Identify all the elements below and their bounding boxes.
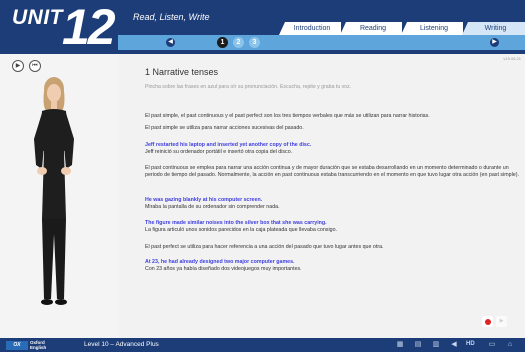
page-dot-1[interactable]: 1 — [217, 37, 228, 48]
header: UNIT 12 Read, Listen, Write Introduction… — [0, 0, 525, 54]
unit-word: UNIT — [12, 6, 63, 29]
page-dot-3[interactable]: 3 — [249, 37, 260, 48]
tab-label: Introduction — [293, 25, 331, 32]
oxford-logo: OX Oxford English — [6, 340, 56, 350]
comment-icon[interactable]: ▭ — [488, 341, 496, 349]
translation: Jeff reinició su ordenador portátil e in… — [145, 149, 293, 155]
paragraph: El past simple, el past continuous y el … — [145, 113, 430, 119]
level-label: Level 10 – Advanced Plus — [84, 341, 159, 348]
unit-number: 12 — [62, 0, 116, 55]
logo-text: Oxford English — [30, 340, 46, 350]
english-phrase[interactable]: At 23, he had already designed two major… — [145, 259, 520, 266]
logo-text-line2: English — [30, 345, 47, 350]
home-icon[interactable]: ⌂ — [506, 341, 514, 349]
translation: Con 23 años ya había diseñado dos videoj… — [145, 266, 302, 272]
tab-writing[interactable]: Writing — [462, 22, 525, 35]
volume-icon[interactable]: ◀ — [450, 341, 458, 349]
english-phrase[interactable]: Jeff restarted his laptop and inserted y… — [145, 142, 520, 149]
paragraph: El past continuous se emplea para narrar… — [145, 165, 519, 178]
logo-mark: OX — [6, 341, 28, 350]
lesson-content: v15.06.21 1 Narrative tenses Pincha sobr… — [118, 54, 525, 338]
prev-arrow-icon[interactable]: ◀ — [166, 38, 175, 47]
grid-icon[interactable]: ▦ — [396, 341, 404, 349]
version-label: v15.06.21 — [503, 56, 521, 61]
paragraph: El past perfect se utiliza para hacer re… — [145, 244, 384, 250]
translation: La figura articuló unos sonidos parecido… — [145, 227, 337, 233]
paragraph: El past simple se utiliza para narrar ac… — [145, 125, 304, 131]
record-icon — [484, 318, 491, 325]
page-dot-2[interactable]: 2 — [233, 37, 244, 48]
unit-badge: UNIT 12 — [0, 0, 118, 54]
tab-label: Reading — [359, 25, 387, 32]
tab-listening[interactable]: Listening — [401, 22, 463, 35]
tab-label: Writing — [484, 25, 507, 32]
presenter-image — [34, 77, 74, 305]
record-button[interactable] — [482, 316, 493, 327]
english-phrase[interactable]: The figure made similar noises into the … — [145, 220, 520, 227]
hd-icon[interactable]: HD — [466, 341, 475, 347]
notes-icon[interactable]: ▥ — [432, 341, 440, 349]
instruction-text: Pincha sobre las frases en azul para oír… — [145, 84, 352, 90]
page-navigation: ◀ 1 2 3 ▶ — [118, 35, 525, 50]
english-phrase[interactable]: He was gazing blankly at his computer sc… — [145, 197, 520, 204]
book-icon[interactable]: ▤ — [414, 341, 422, 349]
translation: Miraba la pantalla de su ordenador sin c… — [145, 204, 280, 210]
tab-label: Listening — [419, 25, 449, 32]
video-panel: ▶ ⏮ — [0, 54, 118, 338]
play-recording-icon[interactable]: ▶ — [496, 316, 507, 327]
section-title: Read, Listen, Write — [133, 12, 210, 22]
footer: OX Oxford English Level 10 – Advanced Pl… — [0, 338, 525, 352]
page-title: 1 Narrative tenses — [145, 67, 219, 77]
next-arrow-icon[interactable]: ▶ — [490, 38, 499, 47]
tab-reading[interactable]: Reading — [340, 22, 402, 35]
tab-introduction[interactable]: Introduction — [279, 22, 341, 35]
